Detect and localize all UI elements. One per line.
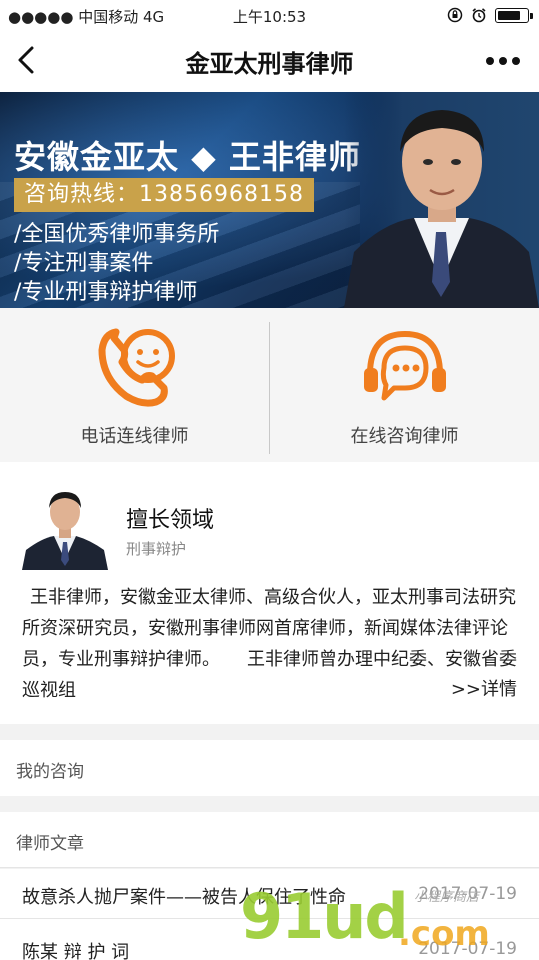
nav-bar: 金亚太刑事律师	[0, 30, 539, 92]
avatar	[22, 488, 108, 570]
articles-section-header: 律师文章	[0, 812, 539, 868]
headset-chat-icon	[363, 330, 446, 401]
expertise-value: 刑事辩护	[126, 540, 187, 558]
lawyer-profile: 擅长领域 刑事辩护 王非律师，安徽金亚太律师、高级合伙人，亚太刑事司法研究所资深…	[0, 462, 539, 724]
phone-smile-icon	[98, 328, 175, 407]
alarm-icon	[472, 8, 486, 23]
articles-label: 律师文章	[16, 834, 84, 854]
banner-hotline: 咨询热线：13856968158	[14, 178, 314, 212]
lawyer-photo	[344, 92, 539, 308]
call-lawyer-button[interactable]: 电话连线律师	[0, 308, 269, 462]
banner-line: /全国优秀律师事务所	[14, 222, 220, 247]
rotation-lock-icon	[447, 7, 463, 23]
banner-carousel[interactable]: 安徽金亚太 ◆ 王非律师 咨询热线：13856968158 /全国优秀律师事务所…	[0, 92, 539, 308]
my-consult-label: 我的咨询	[16, 762, 84, 782]
my-consult-section[interactable]: 我的咨询	[0, 740, 539, 796]
banner-line: /专注刑事案件	[14, 251, 154, 276]
page-title: 金亚太刑事律师	[185, 50, 354, 78]
details-link[interactable]: >>详情	[451, 675, 517, 701]
online-consult-button[interactable]: 在线咨询律师	[270, 308, 539, 462]
watermark-caption: 小程序商店	[414, 890, 480, 905]
status-bar: ●●●●● 中国移动 4G 上午10:53	[0, 0, 539, 30]
expertise-title: 擅长领域	[126, 508, 215, 533]
more-dot-icon	[499, 57, 507, 65]
banner-line: /专业刑事辩护律师	[14, 280, 198, 305]
more-dot-icon	[512, 57, 520, 65]
banner-headline: 安徽金亚太 ◆ 王非律师	[14, 138, 361, 176]
call-lawyer-label: 电话连线律师	[80, 426, 189, 447]
more-dot-icon	[486, 57, 494, 65]
contact-actions: 电话连线律师 在线咨询律师	[0, 308, 539, 462]
online-consult-label: 在线咨询律师	[350, 426, 459, 447]
watermark: 91ud	[240, 880, 409, 953]
watermark-suffix: .com	[398, 914, 490, 954]
battery-icon	[495, 7, 533, 23]
status-icons	[447, 7, 533, 23]
article-title: 陈某 辩 护 词	[22, 942, 130, 960]
more-menu-button[interactable]	[481, 46, 525, 76]
lawyer-description: 王非律师，安徽金亚太律师、高级合伙人，亚太刑事司法研究所资深研究员，安徽刑事律师…	[22, 587, 517, 701]
